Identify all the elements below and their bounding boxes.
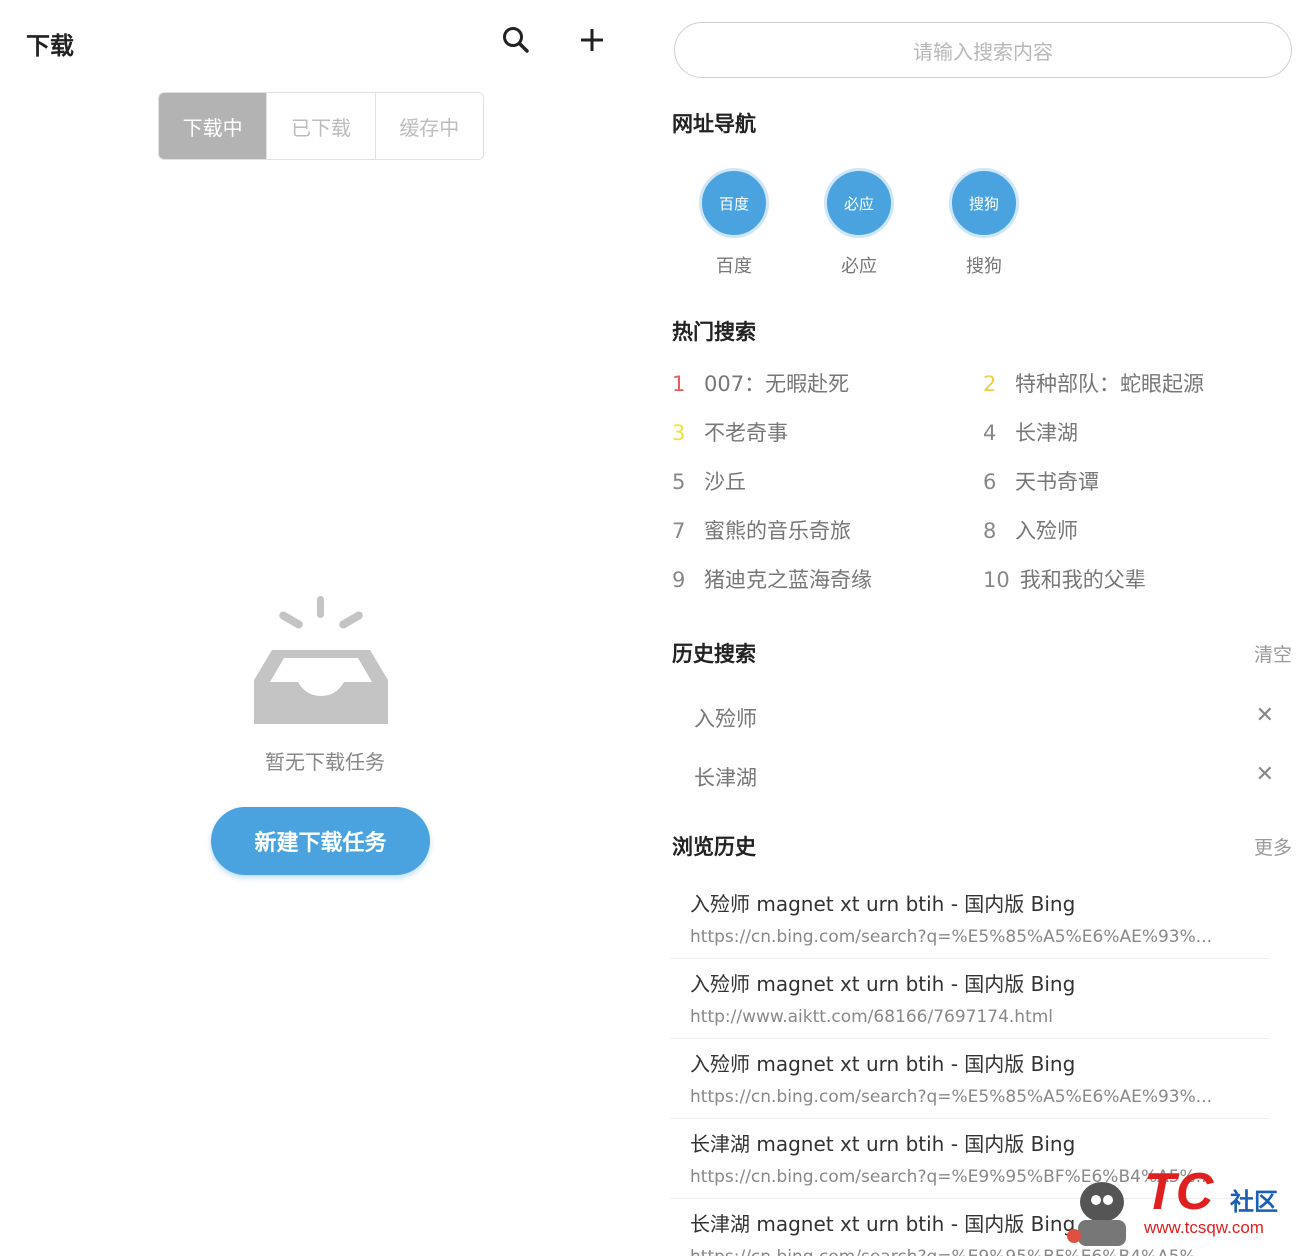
browse-title: 长津湖 magnet xt urn btih - 国内版 Bing (690, 1132, 1076, 1156)
mascot-icon (1067, 1182, 1126, 1246)
nav-label: 必应 (841, 256, 877, 277)
hot-rank: 2 (983, 372, 997, 396)
watermark-brand: TC (1144, 1163, 1214, 1221)
nav-label: 搜狗 (966, 256, 1002, 277)
nav-label: 百度 (716, 256, 752, 277)
hot-item[interactable]: 10 我和我的父辈 (983, 564, 1146, 594)
hot-text: 007：无暇赴死 (704, 372, 850, 396)
nav-section-title: 网址导航 (672, 112, 756, 136)
hot-item[interactable]: 3 不老奇事 (672, 417, 788, 447)
hot-item[interactable]: 9 猪迪克之蓝海奇缘 (672, 564, 872, 594)
tab-downloaded[interactable]: 已下载 (266, 93, 375, 159)
browse-title: 入殓师 magnet xt urn btih - 国内版 Bing (690, 892, 1076, 916)
clear-history-button[interactable]: 清空 (1254, 640, 1292, 667)
tab-downloading[interactable]: 下载中 (159, 93, 267, 159)
hot-item[interactable]: 6 天书奇谭 (983, 466, 1099, 496)
hot-rank: 10 (983, 568, 1010, 592)
baidu-icon: 百度 (699, 168, 769, 238)
browse-url: https://cn.bing.com/search?q=%E5%85%A5%E… (690, 927, 1212, 947)
close-icon[interactable]: ✕ (1256, 703, 1274, 728)
download-tabs: 下载中 已下载 缓存中 (158, 92, 484, 160)
hot-section-title: 热门搜索 (672, 320, 756, 344)
browse-url: https://cn.bing.com/search?q=%E5%85%A5%E… (690, 1087, 1212, 1107)
search-input[interactable]: 请输入搜索内容 (674, 22, 1292, 78)
browse-item[interactable]: 入殓师 magnet xt urn btih - 国内版 Bing http:/… (690, 968, 1272, 1027)
new-download-task-button[interactable]: 新建下载任务 (211, 807, 430, 875)
site-watermark: TC 社区 www.tcsqw.com (1052, 1160, 1298, 1256)
hot-text: 入殓师 (1015, 519, 1078, 543)
history-item[interactable]: 入殓师 ✕ (694, 703, 1274, 743)
browser-panel: 请输入搜索内容 网址导航 百度 百度 必应 必应 搜狗 搜狗 热门搜索 1 007… (650, 0, 1298, 1256)
hot-text: 不老奇事 (704, 421, 788, 445)
hot-rank: 9 (672, 568, 686, 592)
hot-rank: 5 (672, 470, 686, 494)
hot-text: 我和我的父辈 (1019, 568, 1146, 592)
hot-rank: 3 (672, 421, 686, 445)
add-icon[interactable] (574, 22, 610, 58)
sogou-icon: 搜狗 (949, 168, 1019, 238)
history-item[interactable]: 长津湖 ✕ (694, 762, 1274, 802)
hot-text: 猪迪克之蓝海奇缘 (704, 568, 872, 592)
watermark-suffix: 社区 (1230, 1188, 1278, 1216)
nav-item-bing[interactable]: 必应 必应 (814, 168, 904, 278)
divider (670, 958, 1270, 959)
browse-url: http://www.aiktt.com/68166/7697174.html (690, 1007, 1054, 1027)
browse-section-title: 浏览历史 (672, 835, 756, 859)
tab-caching[interactable]: 缓存中 (374, 93, 483, 159)
history-text: 长津湖 (694, 766, 757, 790)
bing-icon: 必应 (824, 168, 894, 238)
close-icon[interactable]: ✕ (1256, 762, 1274, 787)
hot-item[interactable]: 5 沙丘 (672, 466, 746, 496)
empty-message: 暂无下载任务 (265, 750, 385, 774)
divider (670, 1038, 1270, 1039)
hot-rank: 1 (672, 372, 686, 396)
watermark-url: www.tcsqw.com (1144, 1218, 1264, 1237)
hot-rank: 6 (983, 470, 997, 494)
hot-rank: 7 (672, 519, 686, 543)
page-title: 下载 (26, 32, 74, 60)
hot-text: 蜜熊的音乐奇旅 (704, 519, 851, 543)
hot-text: 沙丘 (704, 470, 746, 494)
hot-rank: 4 (983, 421, 997, 445)
hot-text: 天书奇谭 (1015, 470, 1099, 494)
hot-text: 长津湖 (1015, 421, 1078, 445)
nav-item-sogou[interactable]: 搜狗 搜狗 (939, 168, 1029, 278)
downloads-panel: 下载 下载中 已下载 缓存中 暂无下载任务 新建下载任务 (0, 0, 650, 1256)
hot-rank: 8 (983, 519, 997, 543)
divider (670, 1118, 1270, 1119)
empty-inbox-icon (250, 592, 392, 728)
browse-item[interactable]: 入殓师 magnet xt urn btih - 国内版 Bing https:… (690, 888, 1272, 947)
hot-item[interactable]: 8 入殓师 (983, 515, 1078, 545)
browse-item[interactable]: 入殓师 magnet xt urn btih - 国内版 Bing https:… (690, 1048, 1272, 1107)
browse-title: 入殓师 magnet xt urn btih - 国内版 Bing (690, 972, 1076, 996)
history-section-title: 历史搜索 (672, 642, 756, 666)
nav-item-baidu[interactable]: 百度 百度 (689, 168, 779, 278)
history-text: 入殓师 (694, 707, 757, 731)
hot-item[interactable]: 7 蜜熊的音乐奇旅 (672, 515, 851, 545)
more-browse-button[interactable]: 更多 (1254, 833, 1292, 860)
hot-item[interactable]: 4 长津湖 (983, 417, 1078, 447)
hot-text: 特种部队：蛇眼起源 (1015, 372, 1204, 396)
hot-item[interactable]: 2 特种部队：蛇眼起源 (983, 368, 1204, 398)
hot-item[interactable]: 1 007：无暇赴死 (672, 368, 849, 398)
browse-title: 入殓师 magnet xt urn btih - 国内版 Bing (690, 1052, 1076, 1076)
search-icon[interactable] (498, 22, 534, 58)
